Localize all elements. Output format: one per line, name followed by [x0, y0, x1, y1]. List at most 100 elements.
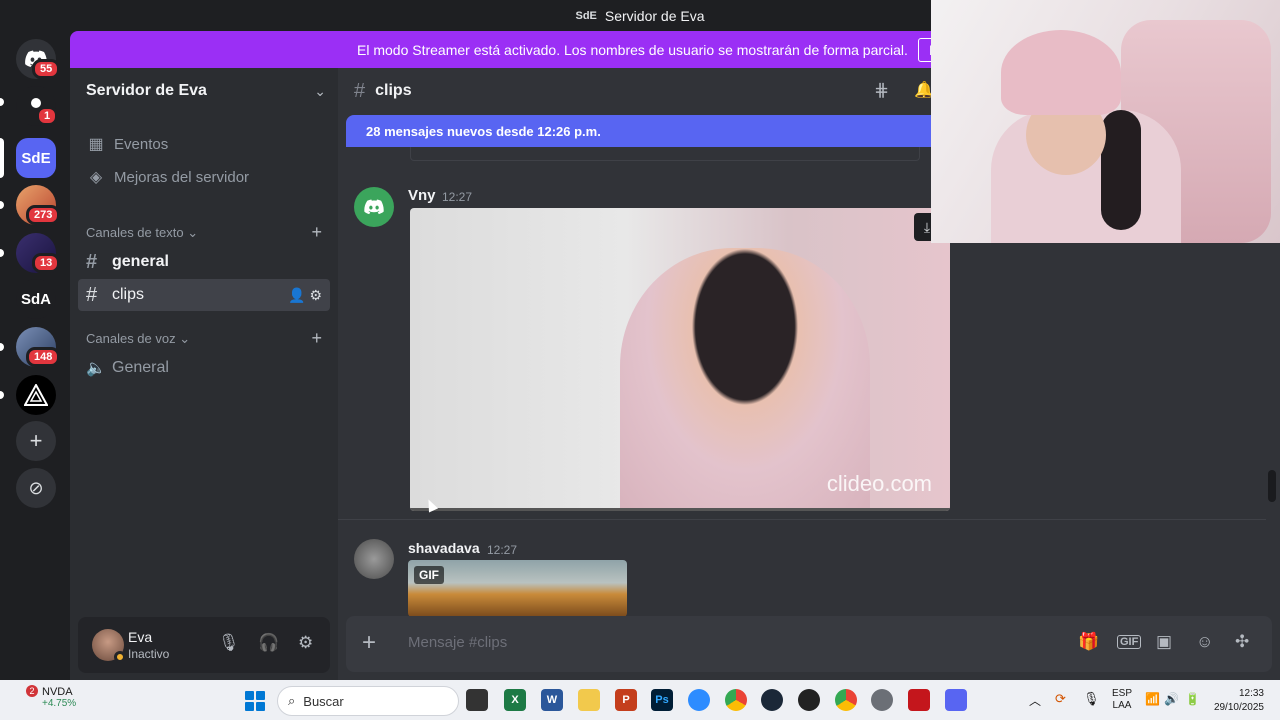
sidebar-item-boosts[interactable]: ◈ Mejoras del servidor: [86, 167, 249, 187]
message-author[interactable]: Vny: [408, 187, 436, 204]
microphone-icon[interactable]: 🎙: [1083, 691, 1100, 707]
clock[interactable]: 12:33 29/10/2025: [1208, 687, 1264, 715]
zoom-icon[interactable]: [688, 689, 710, 711]
add-attachment-icon[interactable]: +: [362, 629, 376, 657]
webcam-overlay: [931, 0, 1280, 243]
gif-tag: GIF: [414, 566, 444, 584]
language-code: ESP: [1112, 688, 1133, 699]
video-attachment[interactable]: clideo.com: [410, 208, 950, 511]
add-channel-icon[interactable]: +: [311, 329, 322, 347]
discord-taskbar-icon[interactable]: [945, 689, 967, 711]
unread-badge: 148: [26, 347, 61, 367]
disable-streamer-button[interactable]: Desac: [917, 37, 932, 62]
volume-icon[interactable]: 🔊: [1164, 692, 1179, 706]
file-explorer-icon[interactable]: [578, 689, 600, 711]
microphone-icon[interactable]: 🎙: [218, 633, 240, 653]
threads-icon[interactable]: ⋕: [874, 80, 889, 101]
banner-text: El modo Streamer está activado. Los nomb…: [357, 41, 908, 58]
sidebar-item-label: Mejoras del servidor: [114, 168, 250, 186]
avatar[interactable]: [354, 539, 394, 579]
stock-name: NVDA: [42, 686, 73, 698]
channel-general[interactable]: # general: [78, 246, 330, 278]
gif-attachment[interactable]: GIF: [408, 560, 627, 617]
add-server-button[interactable]: +: [16, 421, 56, 461]
chevron-down-icon: ⌄: [179, 331, 191, 346]
triangle-icon: [24, 384, 48, 406]
widget-badge: 2: [26, 685, 38, 697]
server-initials: SdE: [21, 149, 51, 167]
explore-servers-button[interactable]: ⊘: [16, 468, 56, 508]
server-name: Servidor de Eva: [86, 82, 207, 99]
emoji-icon[interactable]: ☺: [1196, 632, 1213, 652]
calendar-icon: ▦: [88, 136, 104, 153]
webcam-person-hair: [1101, 110, 1141, 230]
server-icon-5[interactable]: 13: [16, 233, 61, 273]
channel-title: clips: [375, 82, 412, 99]
sticker-icon[interactable]: ▣: [1156, 632, 1172, 652]
server-icon-sde[interactable]: SdE: [16, 138, 56, 178]
chevron-down-icon: ⌄: [314, 82, 326, 99]
chevron-down-icon: ⌄: [187, 225, 199, 240]
clock-time: 12:33: [1238, 688, 1264, 699]
divider: [338, 519, 1266, 520]
chrome-icon[interactable]: [725, 689, 747, 711]
photoshop-icon[interactable]: Ps: [651, 689, 673, 711]
hash-icon: #: [86, 250, 98, 273]
message-author[interactable]: shavadava: [408, 540, 480, 556]
stock-widget[interactable]: NVDA +4.75%: [42, 686, 76, 709]
windows-start-icon[interactable]: [245, 691, 265, 711]
apps-icon[interactable]: ✣: [1235, 632, 1249, 652]
server-icon-2[interactable]: 1: [16, 86, 59, 126]
video-progress-bar[interactable]: [410, 508, 950, 511]
powerpoint-icon[interactable]: P: [615, 689, 637, 711]
sidebar-item-events[interactable]: ▦ Eventos: [86, 134, 168, 154]
windows-taskbar: 2 NVDA +4.75% ⌕ Buscar X W P Ps ︿ ⟳ 🎙 ES…: [0, 680, 1280, 720]
server-icon-sda[interactable]: SdA: [16, 279, 56, 319]
excel-icon[interactable]: X: [504, 689, 526, 711]
chrome-profile-icon[interactable]: [835, 689, 857, 711]
scrollbar[interactable]: [1268, 470, 1276, 502]
obs-icon[interactable]: [798, 689, 820, 711]
server-rail: 55 1 SdE 273 13 SdA 148 + ⊘: [0, 31, 70, 680]
search-label: Buscar: [303, 693, 344, 709]
discord-home-button[interactable]: 55: [16, 39, 61, 79]
steam-icon[interactable]: [761, 689, 783, 711]
gift-icon[interactable]: 🎁: [1078, 632, 1099, 652]
headphones-icon[interactable]: 🎧: [258, 633, 279, 653]
gear-icon[interactable]: ⚙: [298, 633, 313, 653]
channel-clips[interactable]: # clips 👤 ⚙: [78, 279, 330, 311]
wifi-icon[interactable]: 📶: [1145, 692, 1160, 706]
server-icon-4[interactable]: 273: [16, 185, 61, 225]
word-icon[interactable]: W: [541, 689, 563, 711]
sync-icon[interactable]: ⟳: [1055, 691, 1066, 707]
taskbar-search[interactable]: ⌕ Buscar: [277, 686, 459, 716]
invite-icon[interactable]: 👤: [288, 287, 305, 303]
chevron-up-icon[interactable]: ︿: [1029, 692, 1041, 709]
boost-icon: ◈: [89, 169, 103, 186]
message-composer[interactable]: + Mensaje #clips 🎁 GIF ▣ ☺ ✣: [346, 616, 1272, 672]
unread-pill: [0, 343, 4, 351]
gif-icon[interactable]: GIF: [1117, 635, 1142, 649]
task-view-icon[interactable]: [466, 689, 488, 711]
server-header[interactable]: Servidor de Eva ⌄: [86, 82, 326, 100]
idle-status-icon: [114, 651, 126, 663]
settings-icon[interactable]: [871, 689, 893, 711]
webcam-person-cap: [1001, 30, 1121, 115]
selected-pill: [0, 138, 4, 178]
server-logo-text: SdE: [575, 9, 597, 22]
message-input[interactable]: Mensaje #clips: [408, 634, 507, 651]
channel-label: general: [112, 253, 169, 270]
gear-icon[interactable]: ⚙: [309, 287, 322, 303]
language-indicator[interactable]: ESP LAA: [1112, 688, 1132, 712]
server-icon-8[interactable]: [16, 375, 56, 415]
server-icon-7[interactable]: 148: [16, 327, 61, 367]
category-voice-channels[interactable]: Canales de voz ⌄ +: [86, 329, 322, 347]
acrobat-icon[interactable]: [908, 689, 930, 711]
avatar[interactable]: [354, 187, 394, 227]
video-watermark: clideo.com: [826, 471, 932, 496]
voice-channel-general[interactable]: 🔈 General: [78, 352, 330, 384]
category-text-channels[interactable]: Canales de texto ⌄ +: [86, 223, 322, 241]
battery-icon[interactable]: 🔋: [1185, 692, 1200, 706]
new-messages-bar[interactable]: 28 mensajes nuevos desde 12:26 p.m.: [346, 115, 946, 147]
add-channel-icon[interactable]: +: [311, 223, 322, 241]
